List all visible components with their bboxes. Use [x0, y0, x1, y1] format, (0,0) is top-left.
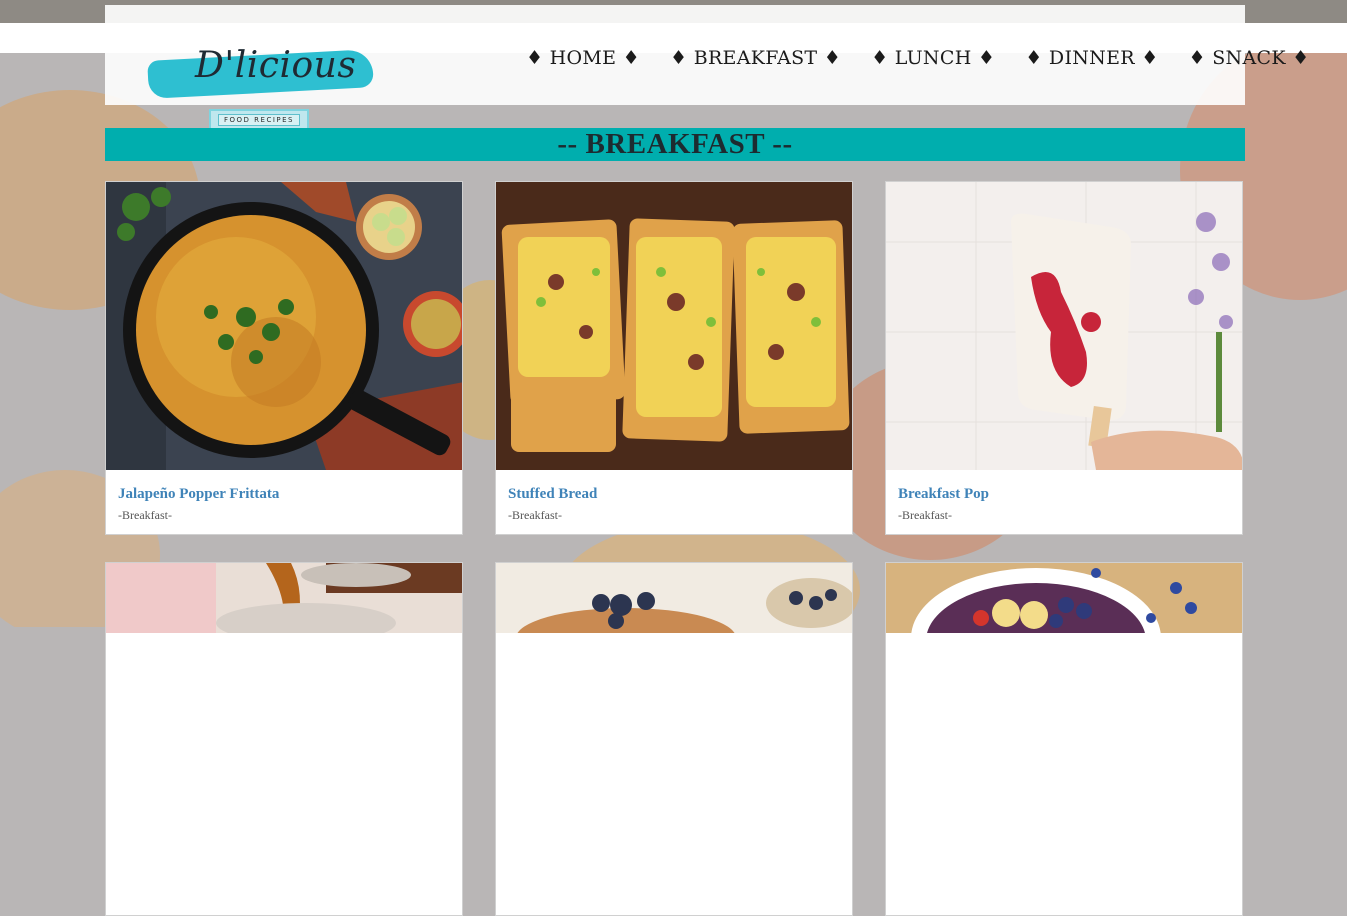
recipe-card[interactable]: [495, 562, 853, 916]
site-logo[interactable]: D'licious: [195, 45, 356, 86]
recipe-title[interactable]: Breakfast Pop: [898, 486, 989, 503]
nav-snack[interactable]: ♦ SNACK ♦: [1189, 47, 1310, 69]
recipe-category: -Breakfast-: [118, 508, 172, 522]
recipe-image-acai-bowl[interactable]: [886, 563, 1242, 851]
site-header: D'licious ♦ HOME ♦ ♦ BREAKFAST ♦ ♦ LUNCH…: [105, 5, 1309, 131]
recipe-card[interactable]: Jalapeño Popper Frittata -Breakfast-: [105, 181, 463, 535]
recipe-image-frittata[interactable]: [106, 182, 462, 470]
recipe-image-stuffed-bread[interactable]: [496, 182, 852, 470]
logo-tagline: FOOD RECIPES: [218, 114, 300, 126]
recipe-title[interactable]: Stuffed Bread: [508, 486, 597, 503]
main-nav: ♦ HOME ♦ ♦ BREAKFAST ♦ ♦ LUNCH ♦ ♦ DINNE…: [526, 47, 1310, 69]
nav-home[interactable]: ♦ HOME ♦: [526, 47, 640, 69]
nav-breakfast[interactable]: ♦ BREAKFAST ♦: [670, 47, 841, 69]
section-header: -- BREAKFAST --: [105, 128, 1245, 161]
recipe-card[interactable]: [105, 562, 463, 916]
recipe-category: -Breakfast-: [508, 508, 562, 522]
recipe-image-breakfast-pop[interactable]: [886, 182, 1242, 470]
recipe-card[interactable]: Breakfast Pop -Breakfast-: [885, 181, 1243, 535]
recipe-image-blueberry-pancakes[interactable]: [496, 563, 852, 851]
nav-dinner[interactable]: ♦ DINNER ♦: [1025, 47, 1158, 69]
recipe-title[interactable]: Jalapeño Popper Frittata: [118, 486, 279, 503]
recipe-image-syrup[interactable]: [106, 563, 462, 851]
section-title: -- BREAKFAST --: [557, 128, 793, 160]
recipe-card[interactable]: [885, 562, 1243, 916]
nav-lunch[interactable]: ♦ LUNCH ♦: [871, 47, 995, 69]
recipe-category: -Breakfast-: [898, 508, 952, 522]
recipe-card[interactable]: Stuffed Bread -Breakfast-: [495, 181, 853, 535]
